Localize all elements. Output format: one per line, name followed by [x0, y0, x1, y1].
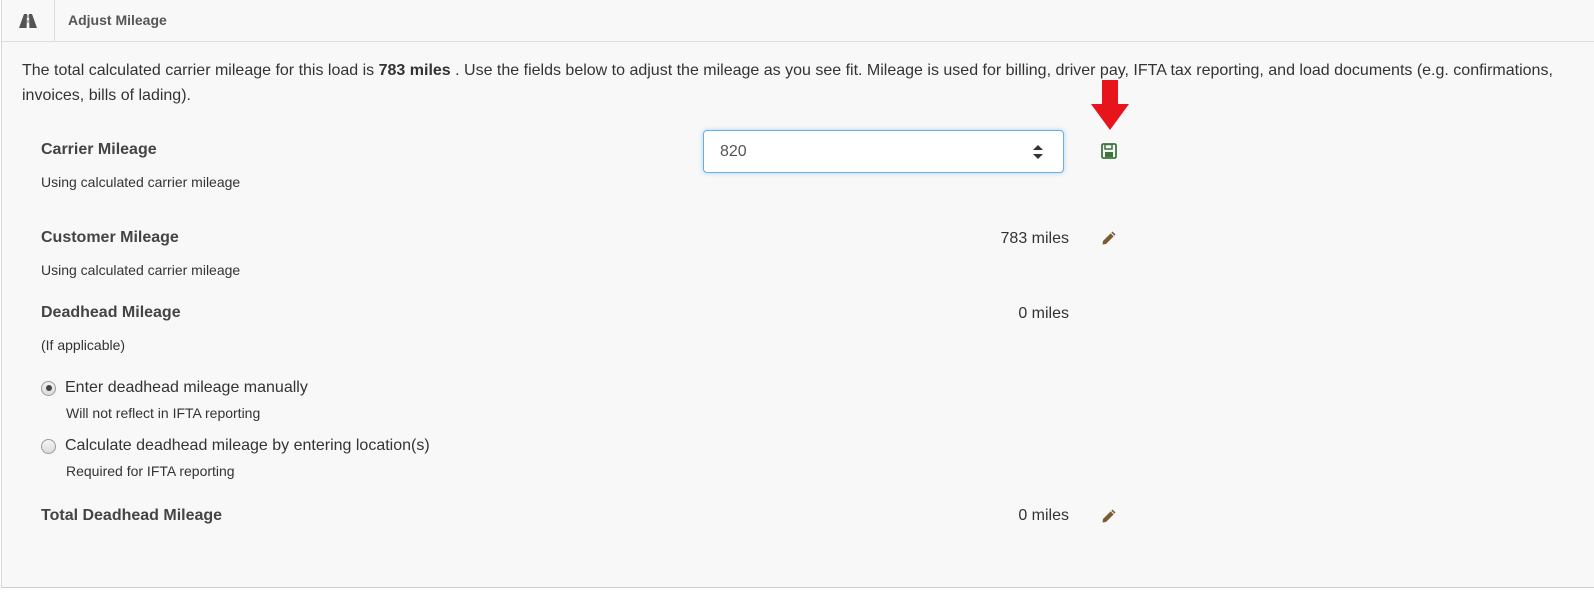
- total-deadhead-mileage-value: 0 miles: [1018, 507, 1069, 524]
- intro-text: The total calculated carrier mileage for…: [22, 58, 1592, 108]
- carrier-mileage-input[interactable]: [703, 130, 1064, 173]
- total-deadhead-mileage-label: Total Deadhead Mileage: [41, 507, 223, 524]
- adjust-mileage-panel: Adjust Mileage The total calculated carr…: [1, 0, 1594, 588]
- deadhead-mileage-label: Deadhead Mileage: [41, 304, 181, 321]
- panel-header: Adjust Mileage: [2, 0, 1594, 42]
- deadhead-manual-option[interactable]: Enter deadhead mileage manually: [41, 379, 308, 397]
- deadhead-manual-radio[interactable]: [41, 380, 56, 396]
- red-arrow-annotation: [1091, 80, 1129, 130]
- customer-mileage-edit-icon[interactable]: [1100, 229, 1118, 247]
- deadhead-calculate-hint: Required for IFTA reporting: [66, 463, 235, 479]
- deadhead-mileage-value: 0 miles: [1018, 305, 1069, 322]
- number-spinner-icon[interactable]: [1031, 142, 1045, 162]
- customer-mileage-label: Customer Mileage: [41, 229, 179, 246]
- customer-mileage-note: Using calculated carrier mileage: [41, 262, 241, 278]
- intro-total-miles: 783 miles: [378, 62, 451, 79]
- carrier-mileage-note: Using calculated carrier mileage: [41, 174, 241, 190]
- total-deadhead-edit-icon[interactable]: [1100, 507, 1118, 525]
- deadhead-mileage-note: (If applicable): [41, 337, 126, 353]
- road-icon: [19, 13, 37, 28]
- deadhead-calculate-radio[interactable]: [41, 438, 56, 454]
- carrier-mileage-label: Carrier Mileage: [41, 141, 157, 158]
- deadhead-calculate-option[interactable]: Calculate deadhead mileage by entering l…: [41, 437, 430, 455]
- intro-prefix: The total calculated carrier mileage for…: [22, 62, 375, 79]
- header-icon-cell: [2, 0, 55, 41]
- save-icon[interactable]: [1100, 142, 1118, 160]
- deadhead-manual-hint: Will not reflect in IFTA reporting: [66, 405, 261, 421]
- deadhead-calculate-label[interactable]: Calculate deadhead mileage by entering l…: [65, 437, 430, 455]
- deadhead-manual-label[interactable]: Enter deadhead mileage manually: [65, 379, 308, 397]
- panel-title: Adjust Mileage: [68, 12, 167, 28]
- customer-mileage-value: 783 miles: [1000, 230, 1069, 247]
